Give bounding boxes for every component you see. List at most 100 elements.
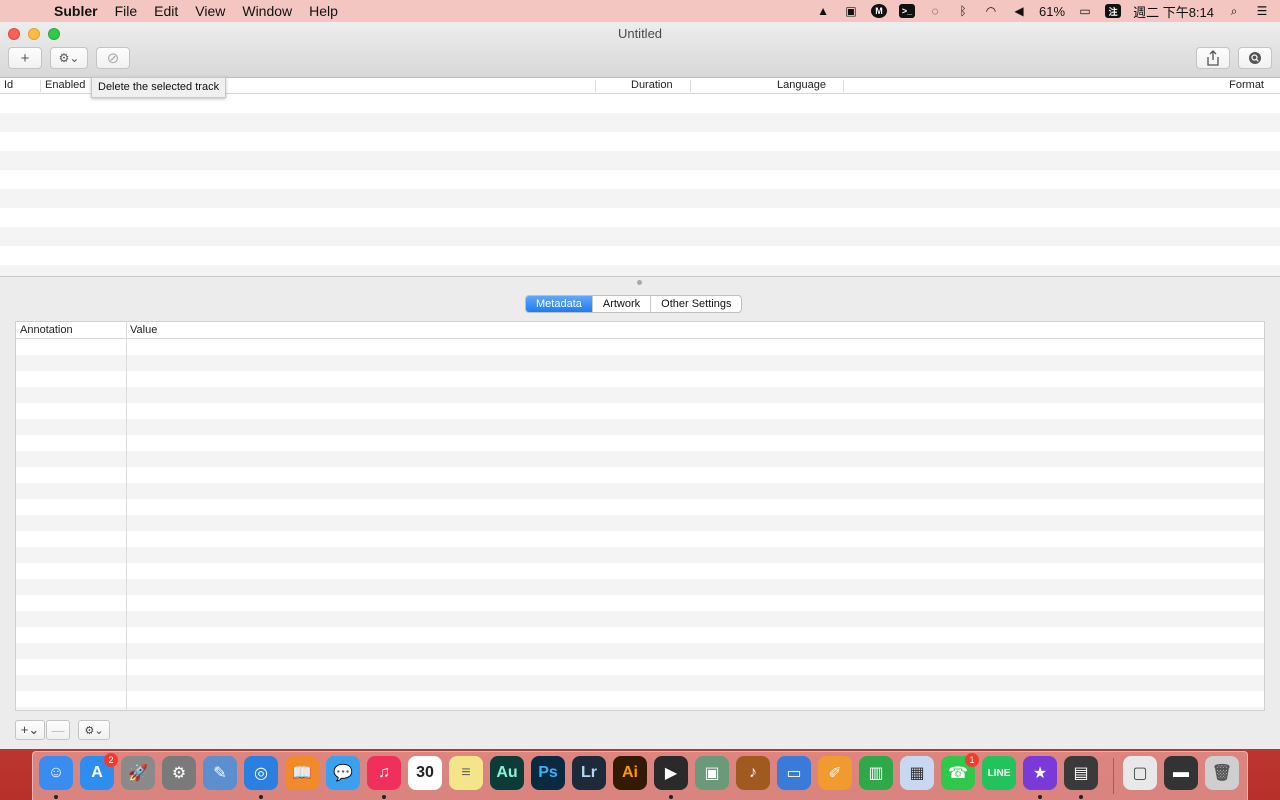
terminal-icon[interactable]: >_ (899, 3, 916, 19)
running-indicator (1038, 795, 1042, 799)
column-language[interactable]: Language (777, 79, 826, 91)
dock-calendar-icon[interactable]: 30 (408, 756, 442, 790)
column-divider (843, 80, 844, 92)
dock-system-preferences-icon[interactable]: ⚙ (162, 756, 196, 790)
title-bar: Untitled + ⚙︎⌄ ⊘ (0, 22, 1280, 78)
tracks-table-body (0, 94, 1280, 276)
dock-video-editor-icon[interactable]: ▤ (1064, 756, 1098, 790)
spotlight-icon[interactable]: ⌕ (1226, 3, 1242, 19)
dock-ibooks-icon[interactable]: 📖 (285, 756, 319, 790)
running-indicator (382, 795, 386, 799)
sync-icon[interactable]: ◌ (927, 3, 943, 19)
menubar-clock[interactable]: 週二 下午8:14 (1133, 2, 1214, 21)
dock-keynote-icon[interactable]: ▭ (777, 756, 811, 790)
dock-preview2-icon[interactable]: ▦ (900, 756, 934, 790)
share-button[interactable] (1196, 47, 1230, 69)
search-metadata-button[interactable] (1238, 47, 1272, 69)
bluetooth-icon[interactable]: ᛒ (955, 3, 971, 19)
metadata-table-body (16, 339, 1264, 710)
delete-icon: ⊘ (106, 50, 120, 67)
menu-help[interactable]: Help (309, 3, 338, 19)
dock-trash-icon[interactable]: 🗑 (1205, 756, 1239, 790)
notification-center-icon[interactable]: ☰ (1254, 3, 1270, 19)
gear-icon: ⚙︎⌄ (58, 51, 80, 65)
column-divider (40, 80, 41, 92)
menu-window[interactable]: Window (242, 3, 292, 19)
menu-view[interactable]: View (195, 3, 225, 19)
add-metadata-button[interactable]: +⌄ (15, 720, 45, 740)
dock-screen-icon[interactable]: ▬ (1164, 756, 1198, 790)
drive-icon[interactable]: ▲ (815, 3, 831, 19)
delete-track-button[interactable]: ⊘ (96, 47, 130, 69)
action-menu-button[interactable]: ⚙︎⌄ (50, 47, 88, 69)
dock-illustrator-icon[interactable]: Ai (613, 756, 647, 790)
menu-app-name[interactable]: Subler (54, 3, 98, 19)
running-indicator (54, 795, 58, 799)
contacts-icon[interactable]: ▣ (843, 3, 859, 19)
battery-icon[interactable]: ▭ (1077, 3, 1093, 19)
divider-handle[interactable] (637, 280, 642, 285)
column-id[interactable]: Id (4, 79, 13, 91)
minus-icon: — (51, 722, 65, 738)
dock-image-capture-icon[interactable]: ▣ (695, 756, 729, 790)
tracks-table[interactable]: Id Enabled Duration Language Format (0, 78, 1280, 276)
column-divider (690, 80, 691, 92)
menu-edit[interactable]: Edit (154, 3, 178, 19)
m-app-icon[interactable]: M (871, 3, 888, 19)
battery-percent: 61% (1039, 3, 1066, 19)
tab-other-settings[interactable]: Other Settings (651, 296, 741, 312)
dock: ☺ A 2 🚀 ⚙ ✎ ◎ 📖 💬 ♫ 30 ≡ Au Ps Lr Ai ▶ ▣ ♪ ▭ ✐ ▥ ▦ ☎ 1 LINE ★ ▤ ▢ ▬ 🗑 (32, 751, 1248, 800)
running-indicator (669, 795, 673, 799)
menu-file[interactable]: File (115, 3, 138, 19)
notification-badge: 2 (104, 753, 118, 767)
dock-final-cut-pro-icon[interactable]: ▶ (654, 756, 688, 790)
column-format[interactable]: Format (1229, 79, 1264, 91)
share-icon (1207, 50, 1219, 66)
dock-downloads-icon[interactable]: ▢ (1123, 756, 1157, 790)
search-icon (1249, 52, 1261, 64)
column-divider (595, 80, 596, 92)
column-duration[interactable]: Duration (631, 79, 673, 91)
notification-badge: 1 (965, 753, 979, 767)
column-value[interactable]: Value (130, 324, 157, 336)
input-method-icon[interactable]: 注 (1105, 3, 1122, 19)
wifi-icon[interactable]: ◠ (983, 3, 999, 19)
dock-launchpad-icon[interactable]: 🚀 (121, 756, 155, 790)
input-method-label: 注 (1105, 4, 1122, 18)
dock-photoshop-icon[interactable]: Ps (531, 756, 565, 790)
dock-notes-icon[interactable]: ≡ (449, 756, 483, 790)
gear-icon: ⚙︎⌄ (84, 724, 104, 737)
column-enabled[interactable]: Enabled (45, 79, 85, 91)
tab-artwork[interactable]: Artwork (593, 296, 652, 312)
add-track-button[interactable]: + (8, 47, 42, 69)
dock-separator (1113, 758, 1114, 794)
window-title: Untitled (617, 26, 663, 41)
dock-finder-icon[interactable]: ☺ (39, 756, 73, 790)
subler-window: Untitled + ⚙︎⌄ ⊘ Id Enabled Duration Lan… (0, 22, 1280, 749)
dock-facetime-icon[interactable]: ☎ 1 (941, 753, 979, 790)
dock-line-icon[interactable]: LINE (982, 756, 1016, 790)
remove-metadata-button[interactable]: — (46, 720, 70, 740)
dock-numbers-icon[interactable]: ▥ (859, 756, 893, 790)
dock-app-store-icon[interactable]: A2 (80, 753, 118, 790)
dock-safari-icon[interactable]: ◎ (244, 756, 278, 790)
dock-garageband-icon[interactable]: ♪ (736, 756, 770, 790)
dock-itunes-icon[interactable]: ♫ (367, 756, 401, 790)
tab-metadata[interactable]: Metadata (526, 296, 593, 312)
column-divider (126, 322, 127, 710)
dock-preview-icon[interactable]: ✎ (203, 756, 237, 790)
plus-icon: + (20, 49, 30, 67)
metadata-table-header: Annotation Value (16, 322, 1264, 339)
metadata-table[interactable]: Annotation Value (15, 321, 1265, 711)
running-indicator (259, 795, 263, 799)
dock-messages-icon[interactable]: 💬 (326, 756, 360, 790)
delete-track-tooltip: Delete the selected track (91, 77, 227, 98)
column-annotation[interactable]: Annotation (20, 324, 73, 336)
settings-tabs: Metadata Artwork Other Settings (525, 295, 743, 313)
dock-lightroom-icon[interactable]: Lr (572, 756, 606, 790)
dock-audition-icon[interactable]: Au (490, 756, 524, 790)
dock-pages-icon[interactable]: ✐ (818, 756, 852, 790)
metadata-action-button[interactable]: ⚙︎⌄ (78, 720, 110, 740)
dock-imovie-icon[interactable]: ★ (1023, 756, 1057, 790)
volume-icon[interactable]: ◀ (1011, 3, 1027, 19)
